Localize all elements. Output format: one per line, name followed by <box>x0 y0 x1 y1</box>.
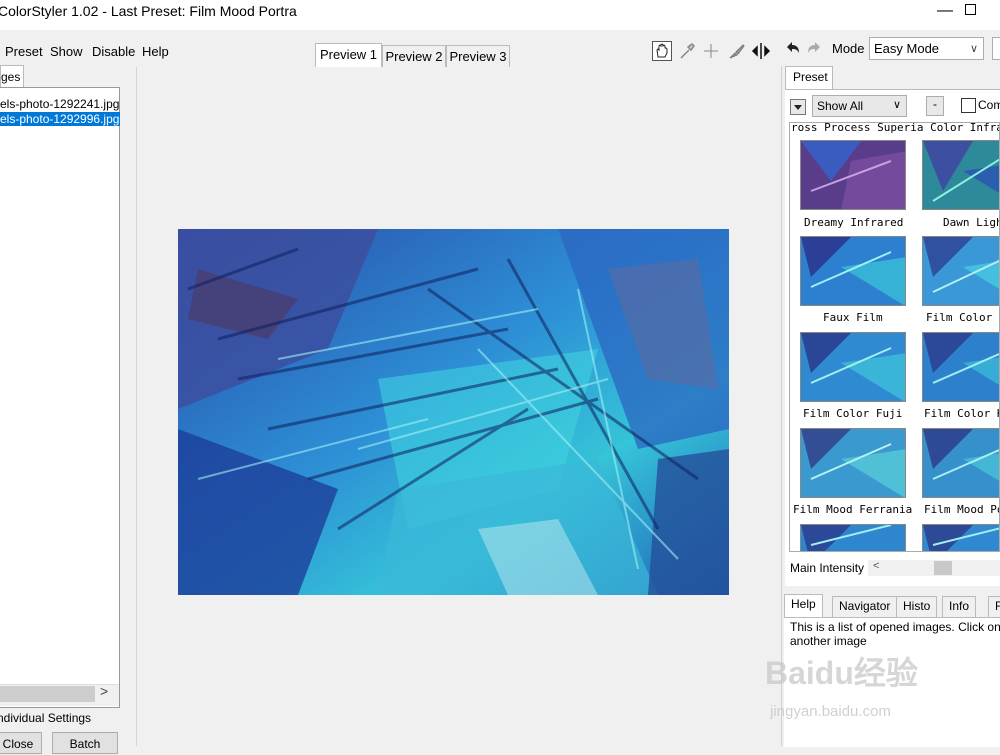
chevron-down-icon: ∨ <box>969 43 978 55</box>
tab-help[interactable]: Help <box>784 594 823 617</box>
list-item[interactable]: els-photo-1292241.jpg <box>0 97 120 111</box>
eyedropper-icon[interactable] <box>677 41 697 61</box>
tab-f[interactable]: F <box>988 596 1000 617</box>
preset-filter-value: Show All <box>817 99 864 113</box>
scrollbar-thumb[interactable] <box>0 686 95 702</box>
preset-label: Film Mood Po <box>924 503 1000 516</box>
minimize-button[interactable]: — <box>937 2 953 20</box>
compare-checkbox[interactable] <box>961 98 976 113</box>
preset-label: Film Color Fuji <box>803 407 903 420</box>
close-button[interactable]: Close <box>0 732 42 754</box>
preset-label: Film Mood Ferrania <box>793 503 913 516</box>
tab-preview-2[interactable]: Preview 2 <box>382 45 446 67</box>
dropdown-arrow-icon[interactable] <box>790 99 806 115</box>
preset-label: Dawn Ligh <box>943 216 1000 229</box>
help-text-line-1: This is a list of opened images. Click o… <box>790 620 1000 634</box>
preset-label: Film Color <box>926 311 993 324</box>
dot-button[interactable]: - <box>926 96 944 116</box>
preset-filter-select[interactable]: Show All ∨ <box>812 95 907 117</box>
menu-help[interactable]: Help <box>142 44 169 59</box>
preset-label: Faux Film <box>823 311 883 324</box>
panel-divider <box>781 66 782 746</box>
scroll-right-icon[interactable]: > <box>100 683 108 699</box>
tab-preview-3[interactable]: Preview 3 <box>446 45 510 67</box>
help-text: This is a list of opened images. Click o… <box>790 620 1000 648</box>
preset-thumb[interactable] <box>800 140 906 210</box>
tab-preset-label: Preset <box>793 70 828 84</box>
preview-image[interactable] <box>178 229 729 595</box>
preset-thumbnails[interactable]: ross Process Superia Color Infra Dreamy … <box>789 122 1000 552</box>
maximize-button[interactable] <box>965 4 976 15</box>
preset-header-row: ross Process Superia Color Infra <box>791 122 1000 134</box>
menu-preset[interactable]: Preset <box>5 44 43 59</box>
preset-thumb[interactable] <box>800 332 906 402</box>
tab-histo[interactable]: Histo <box>896 596 938 617</box>
individual-settings-label[interactable]: ndividual Settings <box>0 711 91 725</box>
mode-select-value: Easy Mode <box>874 41 940 56</box>
batch-button[interactable]: Batch <box>52 732 118 754</box>
hand-icon[interactable] <box>652 41 672 61</box>
menu-disable[interactable]: Disable <box>92 44 135 59</box>
window-title: ColorStyler 1.02 - Last Preset: Film Moo… <box>0 3 297 19</box>
tab-navigator[interactable]: Navigator <box>832 596 898 617</box>
main-intensity-label: Main Intensity <box>790 561 865 575</box>
help-text-line-2: another image <box>790 634 867 648</box>
watermark-url: jingyan.baidu.com <box>770 703 891 720</box>
tab-preview-1[interactable]: Preview 1 <box>315 43 382 67</box>
preset-thumb[interactable] <box>922 332 999 402</box>
compare-label: Com <box>978 98 1000 112</box>
preset-label: Film Color K <box>924 407 1000 420</box>
undo-icon[interactable] <box>786 41 800 58</box>
images-tab-label: ges <box>1 70 21 84</box>
mode-label: Mode <box>832 41 865 56</box>
crosshair-icon[interactable] <box>701 41 721 61</box>
preset-thumb[interactable] <box>800 524 906 551</box>
brush-icon[interactable] <box>727 41 747 61</box>
preset-thumb[interactable] <box>800 428 906 498</box>
menu-show[interactable]: Show <box>50 44 83 59</box>
preset-label: Dreamy Infrared <box>804 216 904 229</box>
tab-info[interactable]: Info <box>942 596 977 617</box>
preset-thumb[interactable] <box>922 428 999 498</box>
preset-thumb[interactable] <box>922 524 999 551</box>
preset-thumb[interactable] <box>922 140 999 210</box>
mode-select[interactable]: Easy Mode ∨ <box>869 37 984 60</box>
chevron-down-icon: ∨ <box>892 99 901 111</box>
images-tab[interactable]: ges <box>0 65 24 88</box>
watermark-logo: Baidu经验 <box>765 655 918 691</box>
extra-button[interactable] <box>992 37 1000 60</box>
preset-thumb[interactable] <box>800 236 906 306</box>
redo-icon[interactable] <box>807 41 821 58</box>
list-item-selected[interactable]: els-photo-1292996.jpg <box>0 112 121 126</box>
image-list[interactable]: els-photo-1292241.jpg els-photo-1292996.… <box>0 87 121 708</box>
split-icon[interactable] <box>751 41 771 61</box>
slider-thumb[interactable] <box>934 561 952 575</box>
tab-preset[interactable]: Preset <box>785 66 833 89</box>
slider-left-icon[interactable]: < <box>873 560 879 572</box>
preset-thumb[interactable] <box>922 236 999 306</box>
